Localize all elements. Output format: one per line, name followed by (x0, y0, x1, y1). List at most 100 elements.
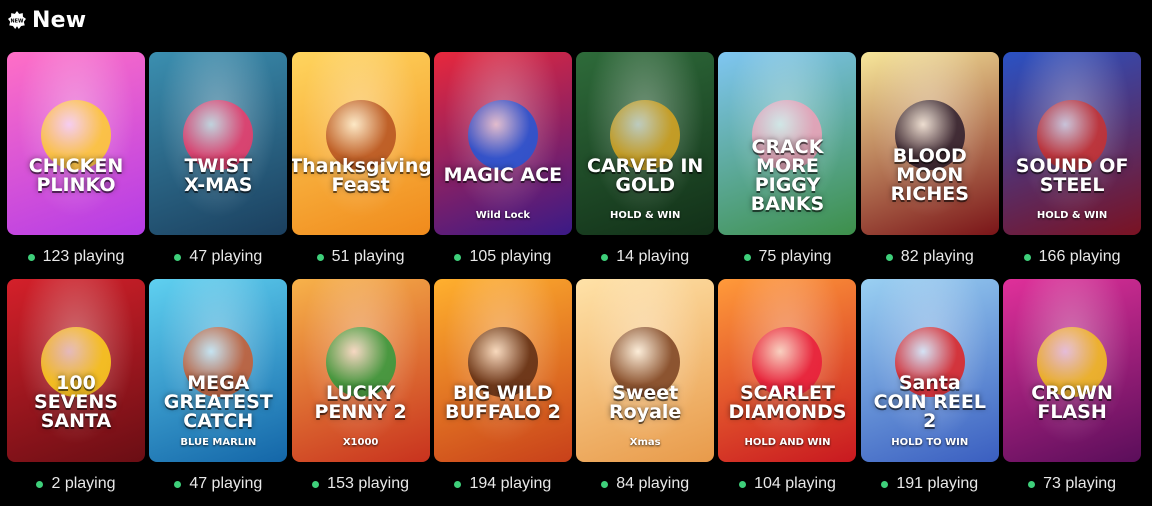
game-card[interactable]: CARVED IN GOLD HOLD & WIN 14 playing (576, 52, 715, 279)
online-dot-icon (27, 253, 35, 261)
game-subtitle: Wild Lock (475, 210, 531, 221)
game-title: MAGIC ACE (443, 164, 563, 186)
section-header: NEW New (8, 6, 86, 34)
game-thumbnail[interactable]: Santa COIN REEL 2 HOLD TO WIN (860, 279, 999, 462)
online-dot-icon (743, 253, 751, 261)
player-count: 82 playing (885, 235, 974, 279)
game-card[interactable]: Sweet Royale Xmas 84 playing (576, 279, 715, 506)
player-count: 194 playing (454, 462, 551, 506)
game-title: SOUND OF STEEL (1015, 154, 1129, 196)
game-card[interactable]: TWIST X-MAS 47 playing (149, 52, 288, 279)
game-card[interactable]: Thanksgiving Feast 51 playing (291, 52, 430, 279)
game-thumbnail[interactable]: CROWN FLASH (1003, 279, 1142, 462)
game-card[interactable]: MEGA GREATEST CATCH BLUE MARLIN 47 playing (149, 279, 288, 506)
game-art (467, 99, 538, 170)
section-title: New (32, 7, 87, 33)
player-count-label: 47 playing (189, 475, 263, 492)
game-title: Sweet Royale (609, 381, 682, 423)
game-title: CARVED IN GOLD (587, 154, 704, 196)
game-thumbnail[interactable]: MEGA GREATEST CATCH BLUE MARLIN (149, 279, 288, 462)
player-count-label: 51 playing (331, 248, 405, 265)
game-card[interactable]: CHICKEN PLINKO 123 playing (7, 52, 145, 279)
game-thumbnail[interactable]: MAGIC ACE Wild Lock (433, 52, 572, 235)
game-card[interactable]: BIG WILD BUFFALO 2 194 playing (433, 279, 572, 506)
online-dot-icon (454, 253, 462, 261)
player-count: 191 playing (881, 462, 978, 506)
game-subtitle: HOLD & WIN (1036, 210, 1108, 221)
online-dot-icon (316, 253, 324, 261)
player-count-label: 47 playing (189, 248, 263, 265)
game-card[interactable]: SOUND OF STEEL HOLD & WIN 166 playing (1003, 52, 1142, 279)
game-title: SCARLET DIAMONDS (728, 381, 847, 423)
player-count: 14 playing (601, 235, 689, 279)
player-count-label: 84 playing (616, 475, 690, 492)
player-count: 73 playing (1028, 462, 1116, 506)
games-grid: CHICKEN PLINKO 123 playing TWIST X-MAS 47 p… (7, 52, 1142, 506)
player-count-label: 194 playing (469, 475, 552, 492)
online-dot-icon (885, 253, 893, 261)
player-count: 84 playing (601, 462, 689, 506)
player-count: 104 playing (739, 462, 836, 506)
game-title: MEGA GREATEST CATCH (163, 372, 273, 432)
game-title: Santa COIN REEL 2 (873, 372, 986, 432)
player-count-label: 14 playing (616, 248, 690, 265)
game-title: CHICKEN PLINKO (28, 154, 124, 196)
game-title: Thanksgiving Feast (291, 154, 430, 196)
game-card[interactable]: 100 SEVENS SANTA 2 playing (7, 279, 145, 506)
game-thumbnail[interactable]: TWIST X-MAS (149, 52, 288, 235)
game-title: BLOOD MOON RICHES (890, 145, 969, 205)
online-dot-icon (739, 480, 747, 488)
game-card[interactable]: BLOOD MOON RICHES 82 playing (860, 52, 999, 279)
player-count-label: 153 playing (327, 475, 410, 492)
game-title: LUCKY PENNY 2 (314, 381, 407, 423)
game-thumbnail[interactable]: Thanksgiving Feast (291, 52, 430, 235)
player-count-label: 191 playing (896, 475, 979, 492)
game-card[interactable]: SCARLET DIAMONDS HOLD AND WIN 104 playing (718, 279, 857, 506)
game-card[interactable]: LUCKY PENNY 2 X1000 153 playing (291, 279, 430, 506)
game-thumbnail[interactable]: CRACK MORE PIGGY BANKS (718, 52, 857, 235)
game-thumbnail[interactable]: SOUND OF STEEL HOLD & WIN (1003, 52, 1142, 235)
game-card[interactable]: MAGIC ACE Wild Lock 105 playing (433, 52, 572, 279)
online-dot-icon (454, 480, 462, 488)
game-subtitle: HOLD TO WIN (891, 437, 969, 448)
online-dot-icon (174, 253, 182, 261)
game-subtitle: Xmas (629, 437, 661, 448)
player-count-label: 82 playing (900, 248, 974, 265)
player-count-label: 75 playing (758, 248, 832, 265)
game-thumbnail[interactable]: SCARLET DIAMONDS HOLD AND WIN (718, 279, 857, 462)
player-count: 166 playing (1023, 235, 1121, 279)
online-dot-icon (1023, 253, 1031, 261)
online-dot-icon (601, 480, 609, 488)
player-count-label: 104 playing (754, 475, 836, 492)
online-dot-icon (36, 480, 44, 488)
player-count: 51 playing (316, 235, 405, 279)
svg-text:NEW: NEW (11, 18, 25, 24)
player-count-label: 105 playing (469, 248, 552, 265)
game-card[interactable]: CROWN FLASH 73 playing (1003, 279, 1142, 506)
player-count: 2 playing (36, 462, 116, 506)
online-dot-icon (881, 480, 889, 488)
player-count: 123 playing (27, 235, 124, 279)
game-subtitle: X1000 (342, 437, 379, 448)
game-card[interactable]: Santa COIN REEL 2 HOLD TO WIN 191 playing (860, 279, 999, 506)
online-dot-icon (312, 480, 320, 488)
game-title: CRACK MORE PIGGY BANKS (750, 135, 825, 215)
game-title: BIG WILD BUFFALO 2 (444, 381, 561, 423)
game-subtitle: HOLD AND WIN (744, 437, 831, 448)
online-dot-icon (601, 253, 609, 261)
game-thumbnail[interactable]: CHICKEN PLINKO (7, 52, 145, 235)
game-thumbnail[interactable]: BLOOD MOON RICHES (860, 52, 999, 235)
game-thumbnail[interactable]: Sweet Royale Xmas (576, 279, 715, 462)
player-count-label: 2 playing (51, 475, 116, 492)
game-thumbnail[interactable]: CARVED IN GOLD HOLD & WIN (576, 52, 715, 235)
game-subtitle: HOLD & WIN (610, 210, 681, 221)
player-count-label: 166 playing (1038, 248, 1121, 265)
game-thumbnail[interactable]: 100 SEVENS SANTA (7, 279, 145, 462)
online-dot-icon (1028, 480, 1036, 488)
player-count: 75 playing (743, 235, 832, 279)
game-thumbnail[interactable]: LUCKY PENNY 2 X1000 (291, 279, 430, 462)
game-thumbnail[interactable]: BIG WILD BUFFALO 2 (433, 279, 572, 462)
game-card[interactable]: CRACK MORE PIGGY BANKS 75 playing (718, 52, 857, 279)
game-subtitle: BLUE MARLIN (180, 437, 257, 448)
player-count: 47 playing (174, 462, 262, 506)
